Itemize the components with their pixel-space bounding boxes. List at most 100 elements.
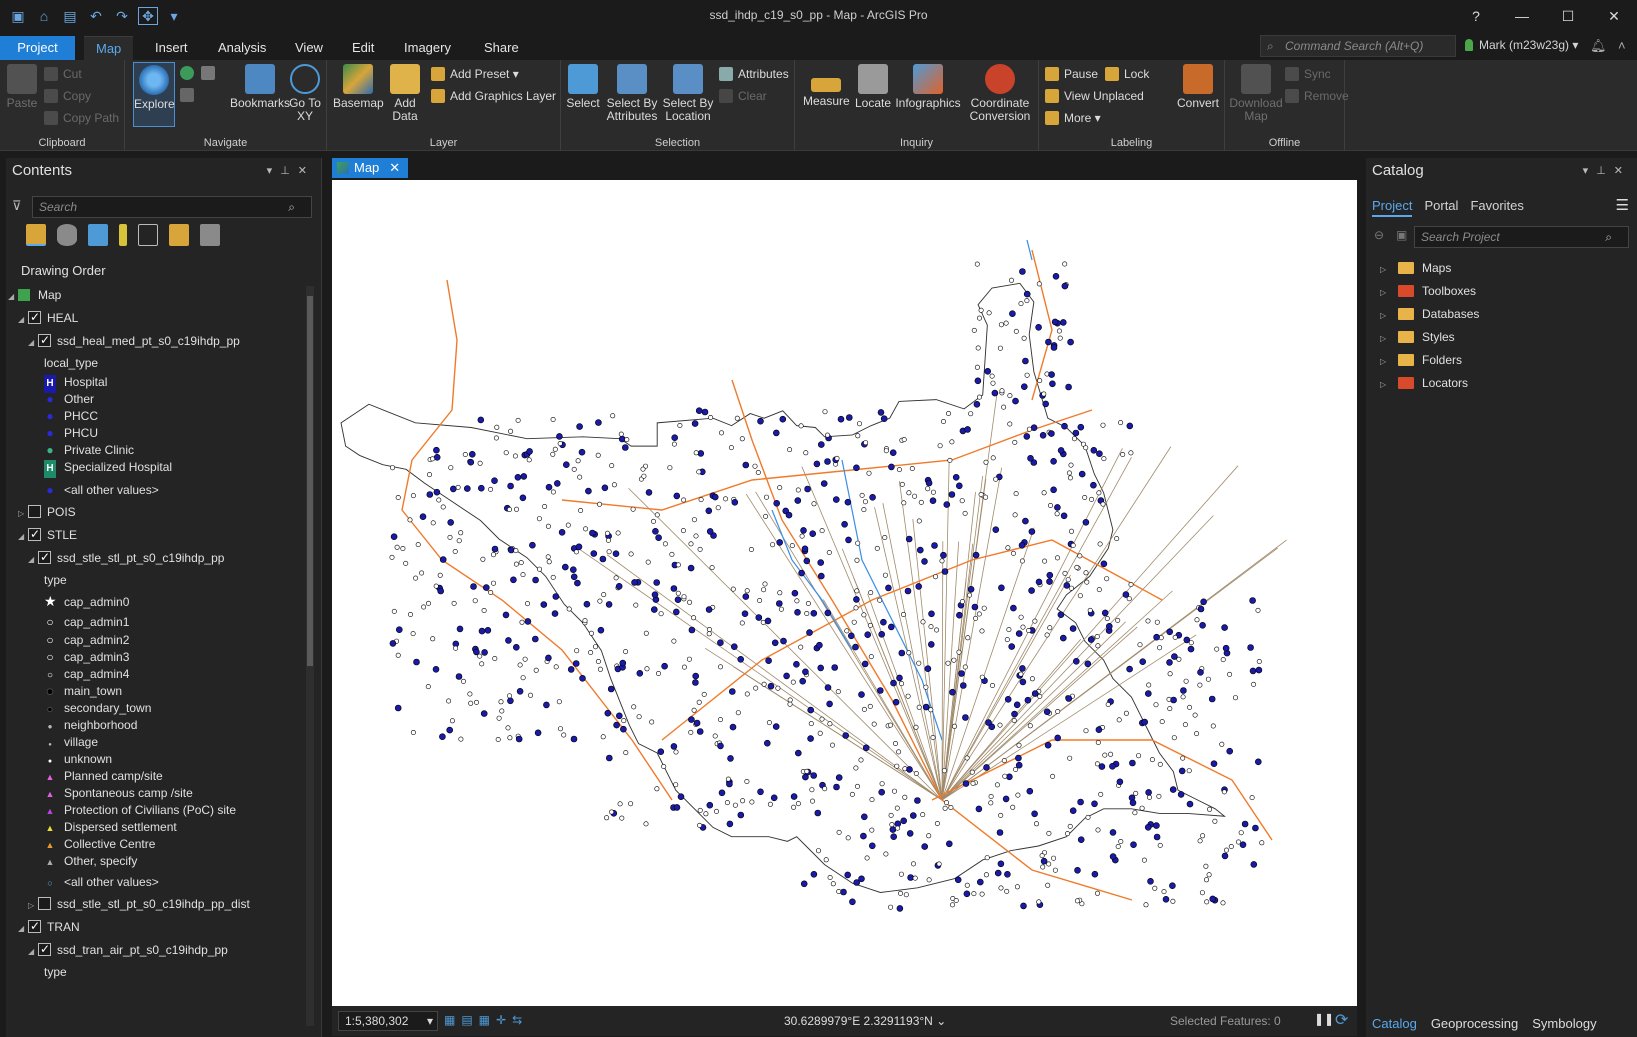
close-tab-icon[interactable]: ✕ — [389, 160, 400, 175]
clear-selection-button[interactable]: Clear — [719, 86, 767, 106]
scrollbar-thumb[interactable] — [307, 296, 313, 666]
contents-search-input[interactable]: Search ⌕ — [32, 196, 312, 218]
refresh-icon[interactable]: ⟳ — [1335, 1010, 1348, 1030]
expand-icon[interactable]: ◢ — [8, 288, 18, 306]
map-view-tab[interactable]: Map ✕ — [332, 158, 409, 178]
previous-extent-button[interactable] — [180, 85, 199, 105]
pane-options-icon[interactable]: ▾ — [267, 165, 281, 177]
expand-icon[interactable]: ◢ — [28, 551, 38, 569]
map-node[interactable]: ◢ Map — [8, 286, 61, 304]
legend-item[interactable]: ○ cap_admin3 — [44, 648, 129, 666]
attributes-button[interactable]: Attributes — [719, 64, 789, 84]
expand-icon[interactable]: ◢ — [28, 943, 38, 961]
legend-item[interactable]: ○ <all other values> — [44, 873, 158, 891]
collapse-icon[interactable]: ▷ — [28, 897, 38, 915]
locate-button[interactable]: Locate — [853, 62, 893, 110]
tab-edit[interactable]: Edit — [340, 36, 386, 60]
legend-item[interactable]: ● PHCU — [44, 424, 98, 442]
contents-scrollbar[interactable] — [306, 286, 314, 1026]
layer-visibility-checkbox[interactable] — [38, 331, 51, 349]
legend-item[interactable]: ○ cap_admin2 — [44, 631, 129, 649]
legend-item[interactable]: ○ cap_admin4 — [44, 665, 129, 683]
download-map-button[interactable]: Download Map — [1227, 62, 1285, 123]
expand-icon[interactable]: ▷ — [1380, 260, 1390, 280]
legend-item[interactable]: ● PHCC — [44, 407, 98, 425]
copy-path-button[interactable]: Copy Path — [44, 108, 119, 128]
select-button[interactable]: Select — [565, 62, 601, 110]
heal-group-node[interactable]: ◢HEAL — [18, 308, 78, 329]
collapse-ribbon-icon[interactable]: ˄ — [1618, 38, 1626, 53]
snapping-view-icon[interactable] — [138, 224, 158, 246]
add-preset-button[interactable]: Add Preset ▾ — [431, 64, 519, 84]
infographics-button[interactable]: Infographics — [895, 62, 961, 110]
legend-item[interactable]: ▲ Dispersed settlement — [44, 818, 177, 836]
tab-map[interactable]: Map — [84, 36, 134, 60]
command-search-input[interactable]: ⌕ Command Search (Alt+Q) — [1260, 35, 1456, 57]
paste-button[interactable]: Paste — [4, 62, 40, 110]
tran-group-node[interactable]: ◢TRAN — [18, 917, 80, 936]
legend-item[interactable]: ● unknown — [44, 750, 112, 768]
map-tools-icons[interactable]: ▦▤▦✛⇆ — [444, 1013, 528, 1027]
home-icon[interactable]: ▣ — [1396, 228, 1407, 242]
legend-item[interactable]: ● Other — [44, 390, 94, 408]
menu-icon[interactable]: ☰ — [1616, 196, 1629, 214]
tab-analysis[interactable]: Analysis — [206, 36, 278, 60]
pause-drawing-icon[interactable]: ❚❚ — [1314, 1012, 1334, 1026]
data-source-view-icon[interactable] — [57, 224, 77, 246]
minimize-button[interactable]: — — [1499, 0, 1545, 32]
pin-icon[interactable]: ⊥ — [280, 165, 298, 177]
pause-labels-button[interactable]: Pause — [1045, 64, 1098, 84]
tab-favorites[interactable]: Favorites — [1470, 198, 1523, 217]
expand-icon[interactable]: ◢ — [18, 311, 28, 329]
tab-project[interactable]: Project — [1372, 198, 1413, 217]
tab-view[interactable]: View — [283, 36, 335, 60]
expand-icon[interactable]: ▷ — [1380, 352, 1390, 372]
copy-button[interactable]: Copy — [44, 86, 91, 106]
chevron-down-icon[interactable]: ⌄ — [936, 1014, 946, 1028]
user-account[interactable]: Mark (m23w23g) ▾ — [1465, 38, 1578, 52]
layer-visibility-checkbox[interactable] — [28, 308, 41, 326]
legend-item[interactable]: ○ cap_admin1 — [44, 613, 129, 631]
close-pane-icon[interactable]: ✕ — [1614, 165, 1631, 177]
maximize-button[interactable]: ☐ — [1545, 0, 1591, 32]
cut-button[interactable]: Cut — [44, 64, 82, 84]
heal-layer-node[interactable]: ◢ssd_heal_med_pt_s0_c19ihdp_pp — [28, 331, 240, 350]
basemap-button[interactable]: Basemap — [333, 62, 384, 110]
go-to-xy-button[interactable]: Go To XY — [285, 62, 325, 123]
legend-item[interactable]: H Hospital — [44, 373, 107, 393]
legend-item[interactable]: ▲ Other, specify — [44, 852, 138, 870]
catalog-item-maps[interactable]: ▷ Maps — [1380, 258, 1451, 278]
legend-item[interactable]: ▲ Protection of Civilians (PoC) site — [44, 801, 237, 819]
catalog-item-folders[interactable]: ▷ Folders — [1380, 350, 1462, 370]
bookmarks-button[interactable]: Bookmarks — [230, 62, 290, 110]
perspective-imagery-icon[interactable] — [200, 224, 220, 246]
catalog-search-input[interactable]: Search Project ⌕ — [1414, 226, 1629, 248]
legend-item[interactable]: ▲ Spontaneous camp /site — [44, 784, 193, 802]
expand-icon[interactable]: ▷ — [1380, 329, 1390, 349]
tab-share[interactable]: Share — [472, 36, 531, 60]
coordinate-conversion-button[interactable]: Coordinate Conversion — [965, 62, 1035, 123]
view-unplaced-button[interactable]: View Unplaced — [1045, 86, 1144, 106]
layer-visibility-checkbox[interactable] — [28, 525, 41, 543]
explore-button[interactable]: Explore — [133, 62, 175, 127]
stle-group-node[interactable]: ◢STLE — [18, 525, 77, 544]
legend-item[interactable]: ● Private Clinic — [44, 441, 134, 459]
lock-labels-button[interactable]: Lock — [1105, 64, 1149, 84]
tab-portal[interactable]: Portal — [1424, 198, 1458, 217]
stle-dist-layer-node[interactable]: ▷ ssd_stle_stl_pt_s0_c19ihdp_pp_dist — [28, 895, 250, 913]
expand-icon[interactable]: ▷ — [1380, 283, 1390, 303]
legend-item[interactable]: ▲ Planned camp/site — [44, 767, 163, 785]
notifications-icon[interactable]: 🔔︎ — [1590, 38, 1607, 54]
layer-visibility-checkbox[interactable] — [38, 897, 51, 910]
layer-visibility-checkbox[interactable] — [38, 548, 51, 566]
help-button[interactable]: ? — [1453, 0, 1499, 32]
drawing-order-view-icon[interactable] — [26, 224, 46, 246]
close-pane-icon[interactable]: ✕ — [298, 165, 315, 177]
add-graphics-layer-button[interactable]: Add Graphics Layer — [431, 86, 556, 106]
map-canvas[interactable] — [332, 180, 1357, 1006]
tab-project[interactable]: Project — [0, 36, 75, 60]
filter-icon[interactable]: ⊽ — [12, 198, 22, 214]
more-labeling-button[interactable]: More ▾ — [1045, 108, 1101, 128]
layer-visibility-checkbox[interactable] — [38, 940, 51, 958]
convert-labels-button[interactable]: Convert — [1175, 62, 1221, 110]
